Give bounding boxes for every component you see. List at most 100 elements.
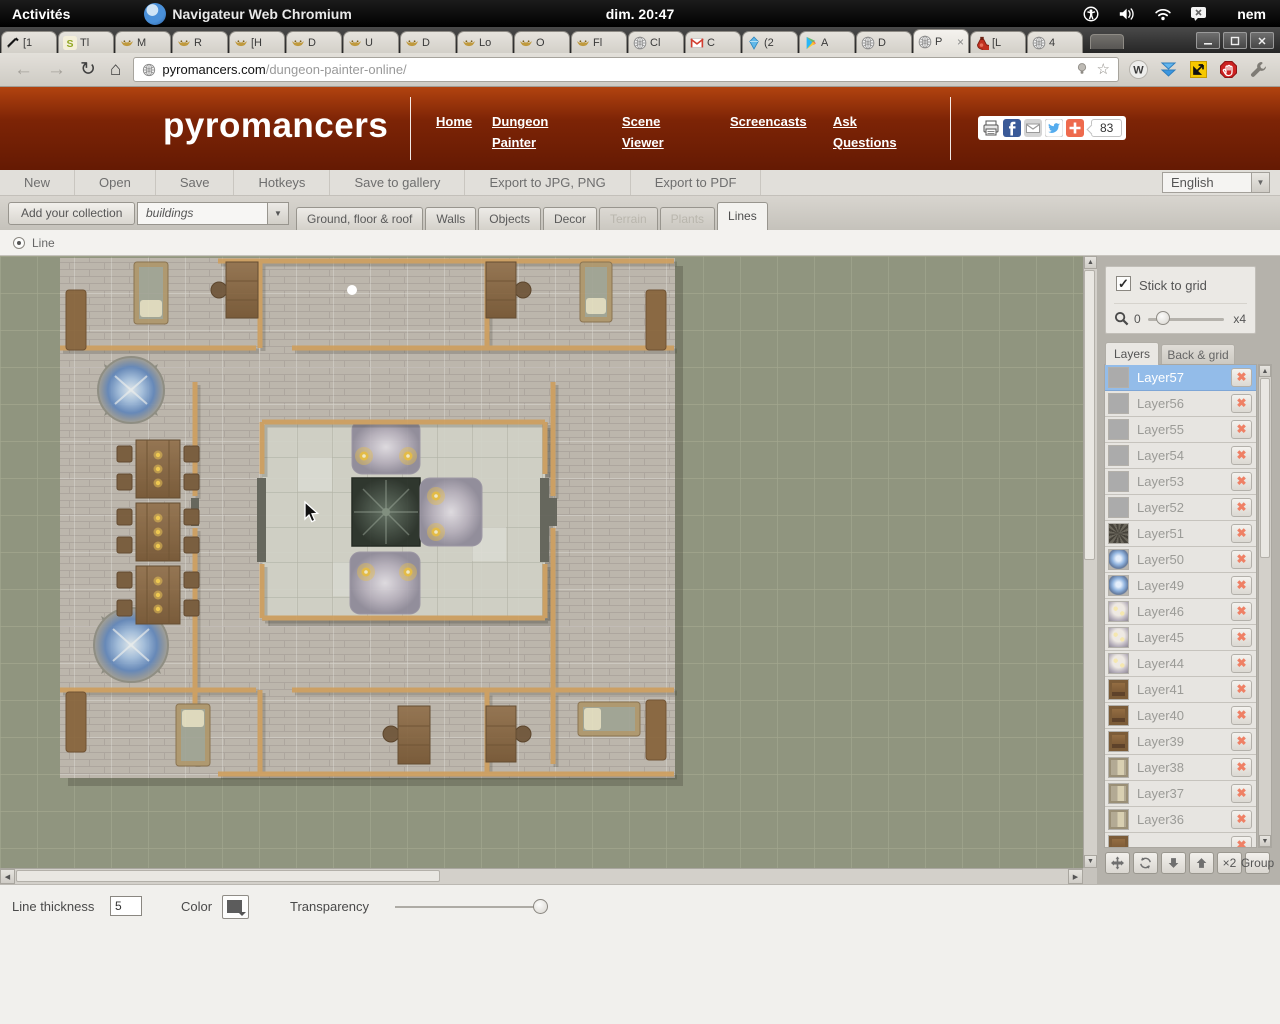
delete-layer-button[interactable]: ✖ <box>1231 836 1252 848</box>
language-select[interactable]: English ▼ <box>1162 172 1270 193</box>
forward-button[interactable]: → <box>47 60 66 79</box>
tab-back-and-grid[interactable]: Back & grid <box>1161 344 1235 365</box>
duplicate-x2-button[interactable]: ×2 <box>1217 852 1242 874</box>
scroll-down-button[interactable]: ▼ <box>1084 855 1097 868</box>
layer-row-layer52[interactable]: Layer52✖ <box>1105 495 1256 521</box>
transparency-slider-thumb[interactable] <box>533 899 548 914</box>
layer-row-layer38[interactable]: Layer38✖ <box>1105 755 1256 781</box>
map-canvas[interactable] <box>0 256 1083 868</box>
category-tab-lines[interactable]: Lines <box>717 202 768 230</box>
back-button[interactable]: ← <box>14 60 33 79</box>
layers-scrollbar[interactable]: ▲ ▼ <box>1258 364 1272 848</box>
close-window-button[interactable] <box>1250 32 1274 49</box>
facebook-share-icon[interactable] <box>1003 119 1021 137</box>
tab-layers[interactable]: Layers <box>1105 342 1159 365</box>
browser-tab-16[interactable]: D <box>856 31 912 53</box>
menu-open[interactable]: Open <box>75 170 156 195</box>
layer-row-layer54[interactable]: Layer54✖ <box>1105 443 1256 469</box>
nav-screencasts[interactable]: Screencasts <box>730 112 807 133</box>
add-collection-button[interactable]: Add your collection <box>8 202 135 225</box>
transparency-slider-track[interactable] <box>395 906 545 908</box>
layer-row-layer49[interactable]: Layer49✖ <box>1105 573 1256 599</box>
layer-row[interactable]: ✖ <box>1105 833 1256 848</box>
group-button[interactable]: Group <box>1245 852 1270 874</box>
browser-tab-11[interactable]: Fl <box>571 31 627 53</box>
browser-tab-18[interactable]: [L <box>970 31 1026 53</box>
layer-row-layer55[interactable]: Layer55✖ <box>1105 417 1256 443</box>
browser-tab-5[interactable]: [H <box>229 31 285 53</box>
browser-tab-2[interactable]: STl <box>58 31 114 53</box>
wrench-extension-icon[interactable] <box>1249 60 1268 79</box>
browser-tab-13[interactable]: C <box>685 31 741 53</box>
bookmark-star-icon[interactable]: ☆ <box>1097 62 1110 77</box>
twitter-share-icon[interactable] <box>1045 119 1063 137</box>
mail-share-icon[interactable] <box>1024 119 1042 137</box>
browser-tab-15[interactable]: A <box>799 31 855 53</box>
layer-row-layer56[interactable]: Layer56✖ <box>1105 391 1256 417</box>
browser-tab-8[interactable]: D <box>400 31 456 53</box>
move-button[interactable] <box>1105 852 1130 874</box>
scroll-up-button[interactable]: ▲ <box>1084 256 1097 269</box>
delete-layer-button[interactable]: ✖ <box>1231 810 1252 829</box>
capture-extension-icon[interactable] <box>1189 60 1208 79</box>
arrow-down-button[interactable] <box>1161 852 1186 874</box>
volume-icon[interactable] <box>1118 6 1136 22</box>
browser-tab-4[interactable]: R <box>172 31 228 53</box>
browser-tab-14[interactable]: (2 <box>742 31 798 53</box>
hscroll-thumb[interactable] <box>16 870 440 882</box>
menu-export-to-jpg-png[interactable]: Export to JPG, PNG <box>465 170 630 195</box>
nav-home[interactable]: Home <box>436 112 472 133</box>
delete-layer-button[interactable]: ✖ <box>1231 732 1252 751</box>
adblock-extension-icon[interactable] <box>1219 60 1238 79</box>
scroll-left-button[interactable]: ◀ <box>0 869 15 884</box>
browser-tab-1[interactable]: [1 <box>1 31 57 53</box>
delete-layer-button[interactable]: ✖ <box>1231 472 1252 491</box>
delete-layer-button[interactable]: ✖ <box>1231 602 1252 621</box>
wikipedia-extension-icon[interactable]: W <box>1129 60 1148 79</box>
delete-layer-button[interactable]: ✖ <box>1231 706 1252 725</box>
delete-layer-button[interactable]: ✖ <box>1231 524 1252 543</box>
downloads-extension-icon[interactable] <box>1159 60 1178 79</box>
browser-tab-19[interactable]: 4 <box>1027 31 1083 53</box>
scroll-up-button[interactable]: ▲ <box>1259 365 1271 377</box>
browser-tab-3[interactable]: M <box>115 31 171 53</box>
menu-save-to-gallery[interactable]: Save to gallery <box>330 170 465 195</box>
close-tab-icon[interactable]: × <box>957 36 964 48</box>
layer-row-layer50[interactable]: Layer50✖ <box>1105 547 1256 573</box>
layers-scroll-thumb[interactable] <box>1260 378 1270 558</box>
browser-tab-17[interactable]: P× <box>913 29 969 53</box>
share-plus-share-icon[interactable] <box>1066 119 1084 137</box>
maximize-button[interactable] <box>1223 32 1247 49</box>
delete-layer-button[interactable]: ✖ <box>1231 680 1252 699</box>
arrow-up-button[interactable] <box>1189 852 1214 874</box>
menu-hotkeys[interactable]: Hotkeys <box>234 170 330 195</box>
browser-tab-12[interactable]: Cl <box>628 31 684 53</box>
user-menu[interactable]: nem <box>1237 6 1266 22</box>
site-logo[interactable]: pyromancers <box>163 106 388 146</box>
delete-layer-button[interactable]: ✖ <box>1231 758 1252 777</box>
vscroll-thumb[interactable] <box>1084 270 1095 560</box>
delete-layer-button[interactable]: ✖ <box>1231 576 1252 595</box>
delete-layer-button[interactable]: ✖ <box>1231 654 1252 673</box>
chat-icon[interactable] <box>1190 6 1208 22</box>
rotate-button[interactable] <box>1133 852 1158 874</box>
menu-save[interactable]: Save <box>156 170 235 195</box>
new-tab-button[interactable] <box>1090 34 1124 49</box>
delete-layer-button[interactable]: ✖ <box>1231 368 1252 387</box>
layer-row-layer46[interactable]: Layer46✖ <box>1105 599 1256 625</box>
scroll-right-button[interactable]: ▶ <box>1068 869 1083 884</box>
delete-layer-button[interactable]: ✖ <box>1231 628 1252 647</box>
category-tab-decor[interactable]: Decor <box>543 207 597 230</box>
nav-scene-viewer[interactable]: Scene Viewer <box>622 112 684 154</box>
line-radio[interactable] <box>13 237 25 249</box>
address-bar[interactable]: pyromancers.com/dungeon-painter-online/ … <box>133 57 1119 82</box>
page-action-bulb-icon[interactable] <box>1075 62 1089 77</box>
menu-export-to-pdf[interactable]: Export to PDF <box>631 170 762 195</box>
wifi-icon[interactable] <box>1154 6 1172 22</box>
browser-tab-9[interactable]: Lo <box>457 31 513 53</box>
zoom-slider-thumb[interactable] <box>1156 311 1170 325</box>
delete-layer-button[interactable]: ✖ <box>1231 784 1252 803</box>
scroll-down-button[interactable]: ▼ <box>1259 835 1271 847</box>
delete-layer-button[interactable]: ✖ <box>1231 498 1252 517</box>
delete-layer-button[interactable]: ✖ <box>1231 550 1252 569</box>
